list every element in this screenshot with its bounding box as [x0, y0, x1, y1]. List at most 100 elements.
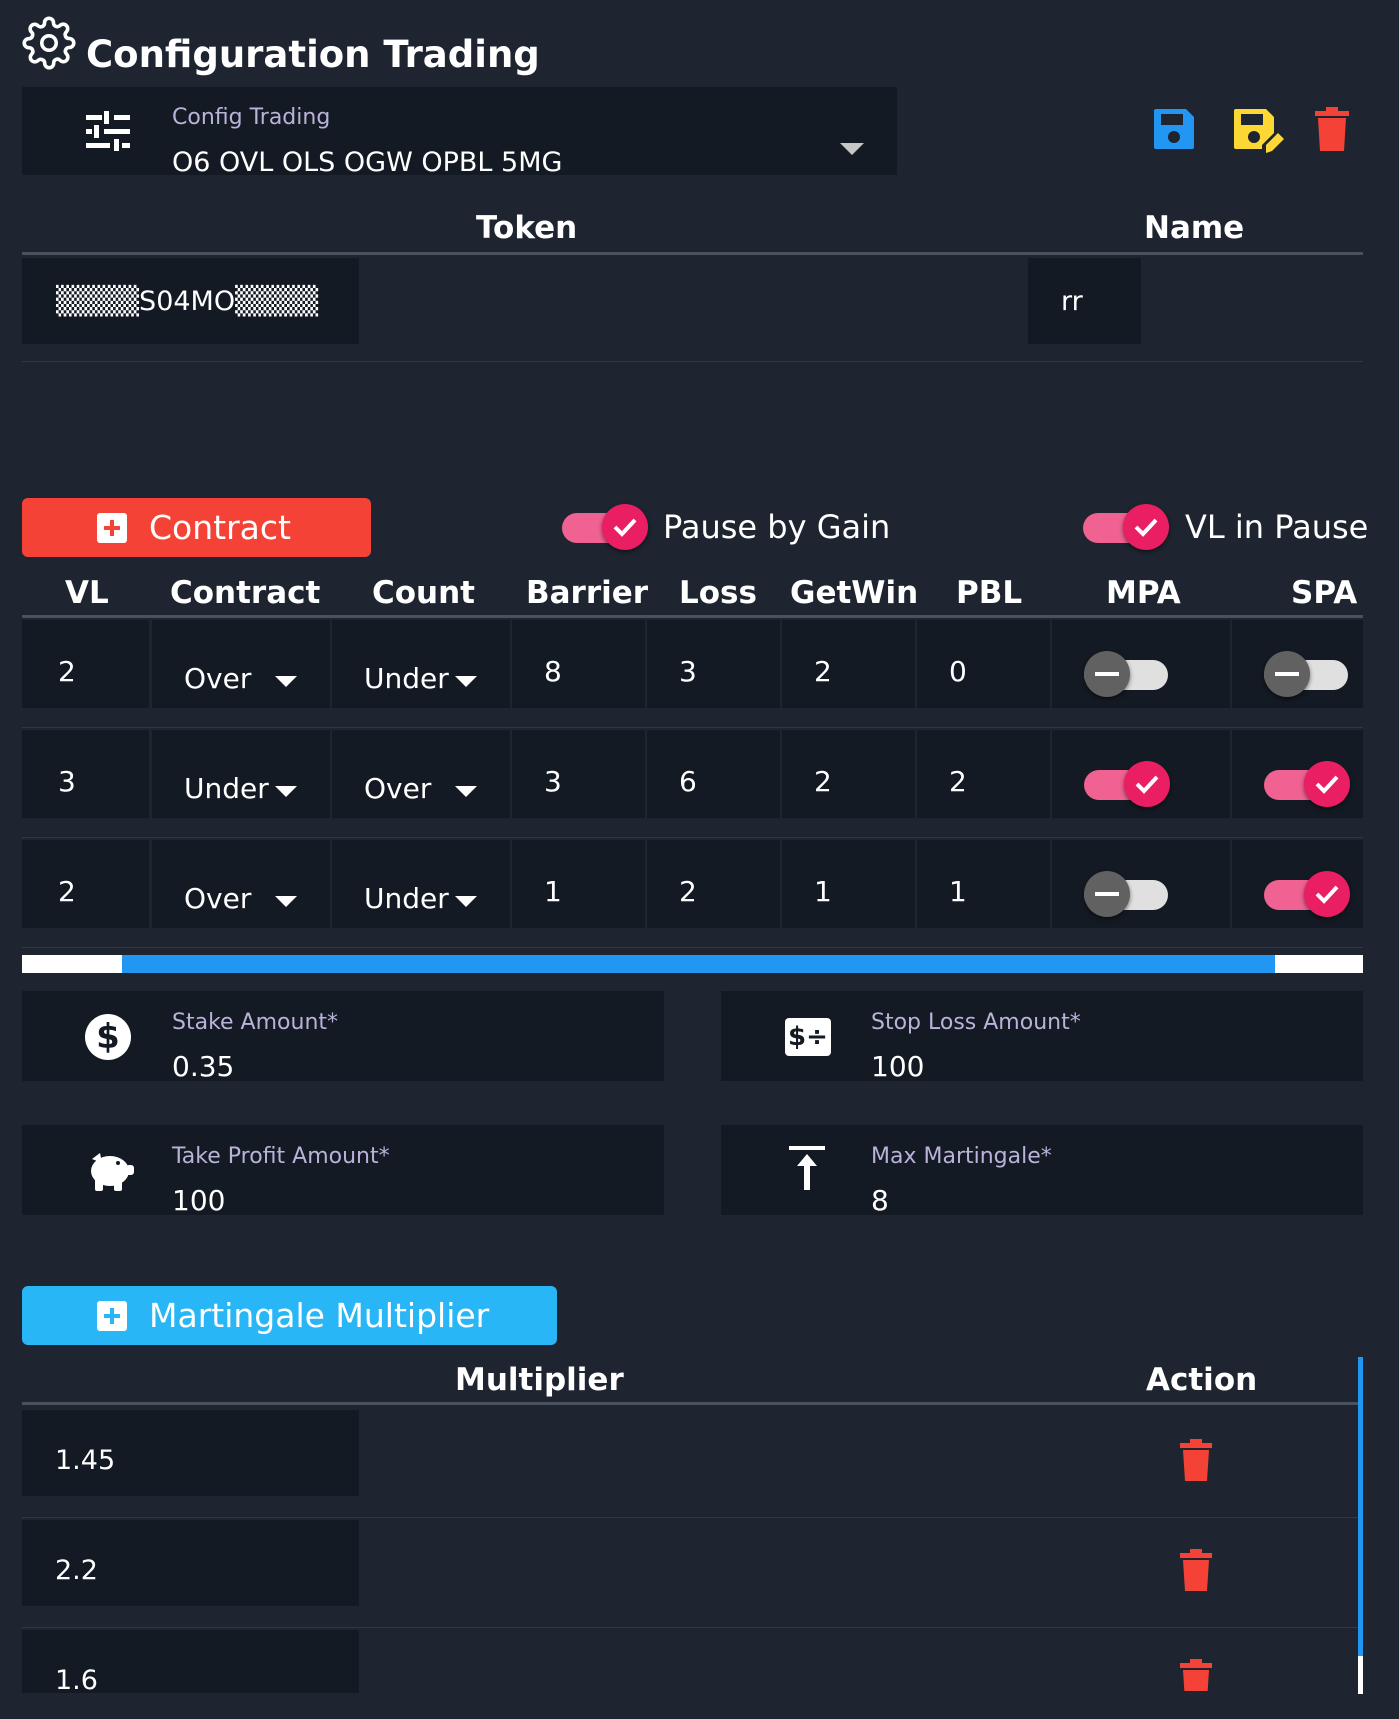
loss-value[interactable]: 6	[679, 765, 697, 798]
pause-by-gain-label: Pause by Gain	[663, 508, 891, 546]
col-getwin-header: GetWin	[790, 575, 919, 611]
config-select[interactable]: Config Trading O6 OVL OLS OGW OPBL 5MG	[22, 87, 897, 178]
trash-icon[interactable]	[1180, 1659, 1212, 1691]
table-cell	[647, 620, 780, 708]
multiplier-input[interactable]: 1.45	[22, 1410, 359, 1496]
barrier-value[interactable]: 1	[544, 875, 562, 908]
chevron-down-icon	[275, 896, 297, 907]
vl-in-pause-label: VL in Pause	[1185, 508, 1369, 546]
vl-value[interactable]: 2	[58, 875, 76, 908]
col-spa-header: SPA	[1291, 575, 1358, 611]
vertical-scrollbar[interactable]	[1358, 1357, 1363, 1694]
loss-value[interactable]: 3	[679, 655, 697, 688]
pbl-value[interactable]: 0	[949, 655, 967, 688]
plus-box-icon	[97, 1301, 127, 1331]
name-input[interactable]: rr	[1028, 258, 1141, 344]
add-contract-label: Contract	[149, 508, 291, 547]
table-cell	[512, 730, 645, 818]
minus-icon	[1095, 892, 1119, 896]
trash-icon[interactable]	[1180, 1549, 1212, 1591]
tune-icon	[86, 111, 130, 151]
name-value: rr	[1061, 286, 1083, 317]
piggy-bank-icon	[86, 1147, 134, 1193]
contract-select[interactable]: Over	[184, 882, 251, 915]
table-cell	[22, 620, 149, 708]
chevron-down-icon	[275, 676, 297, 687]
take-profit-amount-label: Take Profit Amount*	[172, 1144, 390, 1169]
add-martingale-multiplier-label: Martingale Multiplier	[149, 1296, 490, 1335]
plus-box-icon	[97, 513, 127, 543]
chevron-down-icon	[455, 676, 477, 687]
mpa-toggle[interactable]	[1084, 651, 1168, 697]
pbl-value[interactable]: 1	[949, 875, 967, 908]
getwin-value[interactable]: 1	[814, 875, 832, 908]
table-cell	[512, 620, 645, 708]
table-cell	[782, 620, 915, 708]
mpa-toggle[interactable]	[1084, 871, 1168, 917]
horizontal-scrollbar[interactable]	[22, 955, 1363, 973]
spa-toggle[interactable]	[1264, 871, 1350, 917]
multiplier-value: 2.2	[55, 1555, 98, 1586]
table-cell	[782, 840, 915, 928]
pbl-value[interactable]: 2	[949, 765, 967, 798]
stop-loss-amount-field[interactable]: $÷ Stop Loss Amount* 100	[721, 991, 1363, 1083]
table-cell	[917, 730, 1050, 818]
spa-toggle[interactable]	[1264, 651, 1348, 697]
stake-amount-field[interactable]: $ Stake Amount* 0.35	[22, 991, 664, 1083]
dollar-circle-icon: $	[85, 1014, 131, 1060]
config-select-label: Config Trading	[172, 105, 331, 130]
max-martingale-field[interactable]: Max Martingale* 8	[721, 1125, 1363, 1217]
add-martingale-multiplier-button[interactable]: Martingale Multiplier	[22, 1286, 557, 1345]
chevron-down-icon	[455, 896, 477, 907]
check-icon	[613, 518, 637, 537]
vl-value[interactable]: 2	[58, 655, 76, 688]
table-cell	[917, 620, 1050, 708]
multiplier-input[interactable]: 2.2	[22, 1520, 359, 1606]
save-as-icon[interactable]	[1232, 107, 1284, 157]
contract-select[interactable]: Under	[184, 772, 269, 805]
loss-value[interactable]: 2	[679, 875, 697, 908]
count-select[interactable]: Under	[364, 882, 449, 915]
multiplier-input[interactable]: 1.6	[22, 1630, 359, 1696]
check-icon	[1135, 775, 1159, 794]
page-title: Configuration Trading	[86, 33, 540, 76]
chevron-down-icon	[455, 786, 477, 797]
max-martingale-label: Max Martingale*	[871, 1144, 1052, 1169]
col-loss-header: Loss	[679, 575, 757, 611]
trash-icon[interactable]	[1180, 1439, 1212, 1481]
vl-value[interactable]: 3	[58, 765, 76, 798]
config-select-value: O6 OVL OLS OGW OPBL 5MG	[172, 147, 563, 178]
table-cell	[917, 840, 1050, 928]
token-value: ▒▒▒▒S04MO▒▒▒▒	[56, 286, 319, 317]
col-pbl-header: PBL	[956, 575, 1023, 611]
delete-config-icon[interactable]	[1315, 107, 1349, 151]
name-column-header: Name	[1144, 210, 1245, 246]
barrier-value[interactable]: 8	[544, 655, 562, 688]
action-column-header: Action	[1146, 1362, 1258, 1398]
count-select[interactable]: Under	[364, 662, 449, 695]
vl-in-pause-toggle[interactable]	[1083, 504, 1169, 550]
check-icon	[1134, 518, 1158, 537]
vertical-scrollbar-thumb[interactable]	[1358, 1357, 1363, 1656]
col-contract-header: Contract	[170, 575, 321, 611]
take-profit-amount-field[interactable]: Take Profit Amount* 100	[22, 1125, 664, 1217]
multiplier-value: 1.45	[55, 1445, 116, 1476]
col-count-header: Count	[372, 575, 476, 611]
check-icon	[1315, 885, 1339, 904]
multiplier-table-header-line	[22, 1402, 1358, 1405]
chevron-down-icon	[275, 786, 297, 797]
save-icon[interactable]	[1152, 107, 1196, 151]
add-contract-button[interactable]: Contract	[22, 498, 371, 557]
getwin-value[interactable]: 2	[814, 765, 832, 798]
scrollbar-thumb[interactable]	[122, 955, 1275, 973]
contract-select[interactable]: Over	[184, 662, 251, 695]
count-select[interactable]: Over	[364, 772, 431, 805]
getwin-value[interactable]: 2	[814, 655, 832, 688]
mpa-toggle[interactable]	[1084, 761, 1170, 807]
stop-loss-amount-value: 100	[871, 1050, 925, 1083]
pause-by-gain-toggle[interactable]	[562, 504, 648, 550]
token-input[interactable]: ▒▒▒▒S04MO▒▒▒▒	[22, 258, 359, 344]
spa-toggle[interactable]	[1264, 761, 1350, 807]
row-divider	[22, 1627, 1358, 1628]
barrier-value[interactable]: 3	[544, 765, 562, 798]
